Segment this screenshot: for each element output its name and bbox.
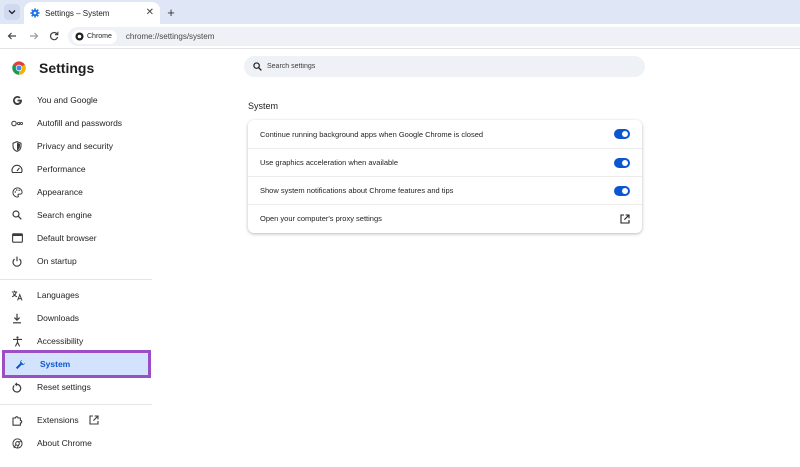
- forward-arrow-icon: [30, 32, 39, 40]
- sidebar-item-languages[interactable]: Languages: [0, 284, 152, 306]
- system-settings-card: Continue running background apps when Go…: [248, 120, 642, 233]
- settings-header: Settings: [12, 60, 94, 76]
- puzzle-icon: [11, 414, 23, 426]
- system-notifications-toggle[interactable]: [614, 185, 630, 196]
- search-input[interactable]: [267, 63, 607, 70]
- settings-search-box[interactable]: [244, 56, 645, 77]
- reload-button[interactable]: [47, 29, 61, 43]
- toolbar: Chrome chrome://settings/system: [0, 24, 800, 49]
- tab-title: Settings – System: [45, 8, 110, 18]
- sidebar-item-extensions[interactable]: Extensions: [0, 409, 152, 431]
- chevron-down-icon: [8, 10, 16, 15]
- translate-icon: [11, 289, 23, 301]
- reset-icon: [11, 381, 23, 393]
- sidebar-item-performance[interactable]: Performance: [0, 158, 152, 180]
- tab-strip: Settings – System ✕ +: [0, 0, 800, 24]
- back-arrow-icon: [7, 32, 16, 40]
- sidebar-divider: [0, 404, 152, 405]
- accessibility-icon: [11, 335, 23, 347]
- sidebar-item-reset-settings[interactable]: Reset settings: [0, 376, 152, 398]
- gear-icon: [30, 8, 40, 18]
- sidebar-item-accessibility[interactable]: Accessibility: [0, 330, 152, 352]
- sidebar-item-default-browser[interactable]: Default browser: [0, 227, 152, 249]
- page-title: Settings: [39, 60, 95, 76]
- search-icon: [253, 62, 262, 71]
- setting-row-proxy-settings[interactable]: Open your computer's proxy settings: [248, 204, 642, 232]
- setting-row-system-notifications[interactable]: Show system notifications about Chrome f…: [248, 176, 642, 204]
- chrome-icon: [11, 437, 23, 449]
- key-icon: [11, 117, 23, 129]
- sidebar-item-privacy[interactable]: Privacy and security: [0, 135, 152, 157]
- close-tab-icon[interactable]: ✕: [146, 8, 154, 18]
- setting-row-background-apps[interactable]: Continue running background apps when Go…: [248, 120, 642, 148]
- sidebar-item-downloads[interactable]: Downloads: [0, 307, 152, 329]
- site-chip-label: Chrome: [87, 33, 112, 40]
- url-text: chrome://settings/system: [125, 32, 215, 41]
- setting-row-graphics-acceleration[interactable]: Use graphics acceleration when available: [248, 148, 642, 176]
- sidebar-item-appearance[interactable]: Appearance: [0, 181, 152, 203]
- search-icon: [11, 209, 23, 221]
- forward-button[interactable]: [27, 29, 41, 43]
- reload-icon: [49, 31, 59, 41]
- power-icon: [11, 255, 23, 267]
- download-icon: [11, 312, 23, 324]
- sidebar-item-about-chrome[interactable]: About Chrome: [0, 432, 152, 454]
- sidebar-item-system[interactable]: System: [2, 350, 151, 378]
- chrome-icon: [75, 32, 84, 41]
- sidebar-divider: [0, 279, 152, 280]
- address-bar[interactable]: Chrome chrome://settings/system: [68, 27, 800, 46]
- graphics-acceleration-toggle[interactable]: [614, 157, 630, 168]
- browser-window-icon: [11, 232, 23, 244]
- wrench-icon: [14, 358, 26, 370]
- external-link-icon[interactable]: [620, 213, 630, 224]
- tab-search-button[interactable]: [4, 4, 20, 20]
- chrome-logo-icon: [12, 61, 26, 75]
- sidebar-item-search-engine[interactable]: Search engine: [0, 204, 152, 226]
- sidebar-item-autofill[interactable]: Autofill and passwords: [0, 112, 152, 134]
- palette-icon: [11, 186, 23, 198]
- speedometer-icon: [11, 163, 23, 175]
- external-link-icon: [89, 415, 99, 425]
- background-apps-toggle[interactable]: [614, 129, 630, 139]
- new-tab-button[interactable]: +: [163, 4, 179, 20]
- sidebar-item-you-and-google[interactable]: You and Google: [0, 89, 152, 111]
- site-info-chip[interactable]: Chrome: [72, 29, 117, 44]
- back-button[interactable]: [5, 29, 19, 43]
- sidebar-item-on-startup[interactable]: On startup: [0, 250, 152, 272]
- google-g-icon: [11, 94, 23, 106]
- section-title: System: [248, 101, 279, 111]
- shield-icon: [11, 140, 23, 152]
- tab-settings[interactable]: Settings – System ✕: [24, 2, 160, 24]
